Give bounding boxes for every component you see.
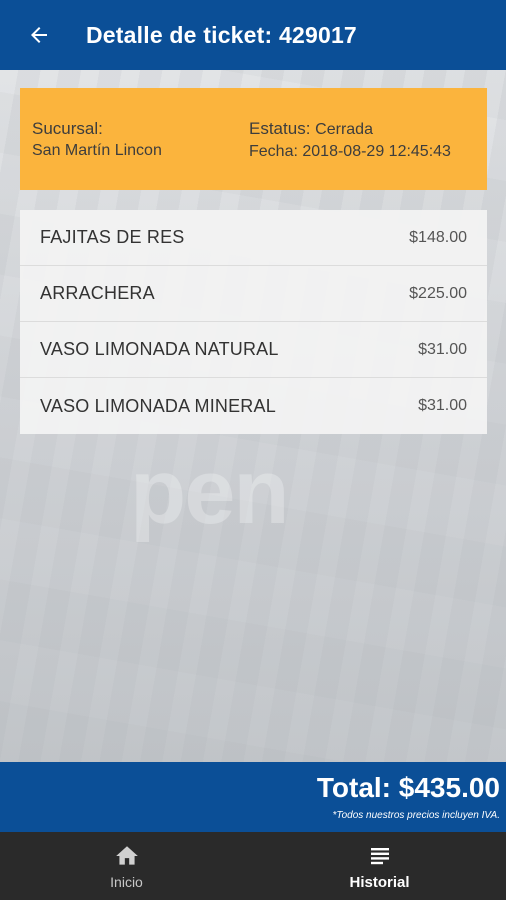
item-name: ARRACHERA: [40, 283, 155, 303]
item-name: FAJITAS DE RES: [40, 227, 185, 247]
list-item: VASO LIMONADA MINERAL $31.00: [20, 378, 487, 434]
bottom-navigation: Inicio Historial: [0, 832, 506, 900]
nav-item-inicio[interactable]: Inicio: [0, 832, 253, 900]
status-block: Estatus: Cerrada Fecha: 2018-08-29 12:45…: [249, 118, 451, 163]
home-icon: [113, 842, 141, 870]
arrow-left-icon: [31, 27, 47, 43]
back-button[interactable]: [24, 20, 54, 50]
item-price: $148.00: [409, 228, 467, 246]
item-name: VASO LIMONADA NATURAL: [40, 339, 279, 359]
estatus-value: Cerrada: [315, 121, 373, 138]
list-item: VASO LIMONADA NATURAL $31.00: [20, 322, 487, 378]
page-title: Detalle de ticket: 429017: [86, 21, 357, 48]
fecha-label: Fecha:: [249, 143, 298, 160]
total-bar: Total: $435.00 *Todos nuestros precios i…: [0, 762, 506, 832]
background-logo: pen: [130, 441, 290, 543]
ticket-info-card: Sucursal: San Martín Lincon Estatus: Cer…: [20, 88, 487, 190]
sucursal-block: Sucursal: San Martín Lincon: [32, 118, 162, 162]
nav-item-historial[interactable]: Historial: [253, 832, 506, 900]
tax-note: *Todos nuestros precios incluyen IVA.: [332, 810, 500, 821]
item-price: $31.00: [418, 397, 467, 414]
nav-label-historial: Historial: [349, 873, 410, 891]
list-icon: [366, 842, 394, 870]
list-item: ARRACHERA $225.00: [20, 266, 487, 322]
nav-label-inicio: Inicio: [110, 874, 143, 890]
total-amount: Total: $435.00: [316, 772, 500, 803]
ticket-items-list: FAJITAS DE RES $148.00 ARRACHERA $225.00…: [20, 210, 487, 434]
item-price: $225.00: [409, 284, 467, 302]
estatus-label: Estatus:: [249, 119, 311, 138]
app-bar: Detalle de ticket: 429017: [0, 0, 506, 70]
item-price: $31.00: [418, 340, 467, 358]
sucursal-value: San Martín Lincon: [32, 142, 162, 159]
item-name: VASO LIMONADA MINERAL: [40, 395, 276, 416]
fecha-value: 2018-08-29 12:45:43: [302, 143, 451, 160]
sucursal-label: Sucursal:: [32, 119, 103, 138]
list-item: FAJITAS DE RES $148.00: [20, 210, 487, 266]
